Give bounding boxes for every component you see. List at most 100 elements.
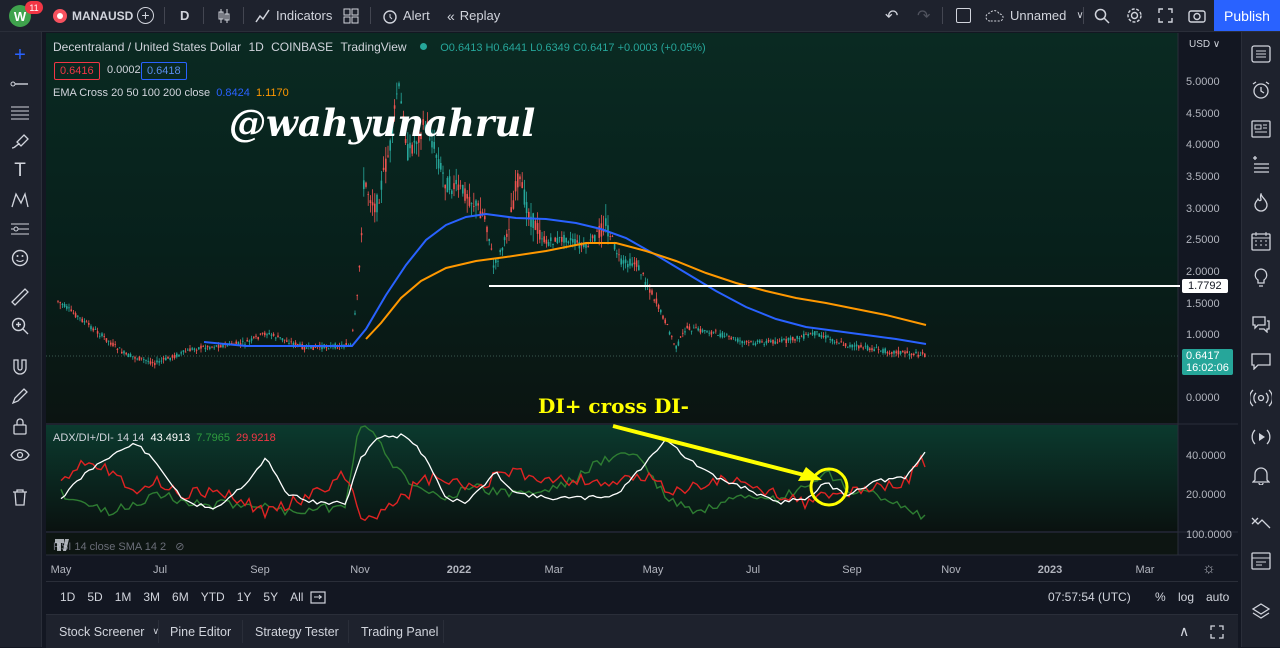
text-tool[interactable]: T	[9, 160, 31, 182]
hide-drawings-tool[interactable]	[9, 444, 31, 466]
log-scale-toggle[interactable]: log	[1178, 582, 1194, 612]
candle-body	[884, 348, 886, 353]
tab-trading-panel[interactable]: Trading Panel	[361, 615, 438, 648]
trend-line-tool[interactable]	[9, 73, 31, 95]
candle-body	[204, 347, 207, 350]
range-button-5d[interactable]: 5D	[87, 590, 102, 604]
currency-select[interactable]: USD ∨	[1189, 39, 1220, 50]
percent-scale-toggle[interactable]: %	[1155, 582, 1166, 612]
settings-button[interactable]	[1126, 0, 1143, 31]
calendar-button[interactable]	[1250, 230, 1272, 252]
candle-body	[803, 333, 805, 339]
templates-button[interactable]	[343, 0, 359, 31]
pattern-tool[interactable]	[9, 189, 31, 211]
candle-body	[112, 342, 114, 347]
chats-button[interactable]	[1250, 313, 1272, 335]
auto-scale-toggle[interactable]: auto	[1206, 582, 1229, 612]
candle-body	[484, 216, 486, 220]
alerts-button[interactable]	[1250, 79, 1272, 101]
notifications-button[interactable]	[1250, 350, 1272, 372]
price-tick-label: 3.5000	[1186, 171, 1220, 183]
range-button-5y[interactable]: 5Y	[263, 590, 278, 604]
range-button-3m[interactable]: 3M	[143, 590, 160, 604]
chart-canvas[interactable]: May Jul Sep Nov 2022 Mar May Jul Sep Nov 2023 Mar 5…	[46, 33, 1238, 581]
buy-price-box[interactable]: 0.6418	[141, 62, 187, 80]
alerts-log-button[interactable]	[1250, 464, 1272, 486]
candle-body	[151, 362, 154, 364]
tab-strategy-tester[interactable]: Strategy Tester	[255, 615, 339, 648]
watchlist-button[interactable]	[1250, 43, 1272, 65]
candle-body	[864, 345, 867, 347]
maximize-panel-button[interactable]	[1210, 615, 1224, 648]
tab-stock-screener[interactable]: Stock Screener ∨	[59, 615, 159, 648]
compare-symbol-button[interactable]: +	[137, 0, 154, 31]
redo-button[interactable]: ↷	[917, 0, 930, 31]
replay-button[interactable]: « Replay	[447, 0, 500, 31]
remove-drawings-tool[interactable]	[9, 486, 31, 508]
range-button-1y[interactable]: 1Y	[237, 590, 252, 604]
fullscreen-button[interactable]	[1158, 0, 1173, 31]
chart-type-button[interactable]	[216, 0, 232, 31]
zoom-tool[interactable]	[9, 315, 31, 337]
candle-body	[158, 361, 160, 363]
quick-search-button[interactable]	[1094, 0, 1110, 31]
indicators-button[interactable]: Indicators	[255, 0, 332, 31]
chart-area[interactable]: May Jul Sep Nov 2022 Mar May Jul Sep Nov 2023 Mar 5…	[46, 33, 1238, 581]
brush-tool[interactable]	[9, 131, 31, 153]
lock-drawings-tool[interactable]	[9, 415, 31, 437]
range-button-all[interactable]: All	[290, 590, 303, 604]
streams-button[interactable]	[1250, 387, 1272, 409]
magnet-tool[interactable]	[9, 356, 31, 378]
object-tree-button[interactable]	[1250, 601, 1272, 623]
expand-panel-button[interactable]: ∧	[1179, 615, 1189, 648]
hotlists-button[interactable]	[1250, 192, 1272, 214]
fib-tool[interactable]	[9, 102, 31, 124]
adx-legend[interactable]: ADX/DI+/DI- 14 14 43.4913 7.7965 29.9218	[53, 432, 276, 444]
candle-body	[305, 347, 308, 349]
interval-button[interactable]: D	[180, 0, 189, 31]
trading-button[interactable]	[1250, 511, 1272, 533]
live-button[interactable]	[1250, 426, 1272, 448]
range-button-6m[interactable]: 6M	[172, 590, 189, 604]
candle-body	[349, 343, 352, 345]
candle-body	[895, 351, 897, 354]
timezone-settings-button[interactable]: ☼	[1202, 560, 1216, 577]
undo-button[interactable]: ↶	[885, 0, 898, 31]
crosshair-tool[interactable]: +	[9, 44, 31, 66]
ideas-button[interactable]	[1250, 267, 1272, 289]
layout-select-button[interactable]	[956, 0, 971, 31]
candle-body	[794, 339, 796, 341]
candle-body	[820, 335, 823, 338]
candle-body	[497, 260, 499, 262]
alert-button[interactable]: Alert	[382, 0, 430, 31]
range-button-1d[interactable]: 1D	[60, 590, 75, 604]
candle-body	[59, 302, 61, 304]
eye-off-icon[interactable]: ⊘	[175, 541, 184, 553]
icons-tool[interactable]	[9, 247, 31, 269]
tab-pine-editor[interactable]: Pine Editor	[170, 615, 231, 648]
forecast-tool[interactable]	[9, 218, 31, 240]
measure-tool[interactable]	[9, 286, 31, 308]
sell-price-box[interactable]: 0.6416	[54, 62, 100, 80]
candle-body	[235, 341, 237, 344]
candle-body	[57, 300, 59, 302]
candle-body	[367, 194, 369, 196]
utc-clock[interactable]: 07:57:54 (UTC)	[1048, 582, 1131, 612]
data-window-button[interactable]	[1250, 155, 1272, 177]
snapshot-button[interactable]	[1188, 0, 1206, 31]
candle-body	[176, 353, 178, 357]
stay-drawing-tool[interactable]	[9, 385, 31, 407]
help-button[interactable]	[1250, 550, 1272, 572]
range-button-ytd[interactable]: YTD	[201, 590, 225, 604]
news-button[interactable]	[1250, 118, 1272, 140]
goto-date-button[interactable]	[310, 582, 326, 612]
candle-body	[191, 348, 193, 350]
candle-body	[831, 339, 834, 342]
ema-legend[interactable]: EMA Cross 20 50 100 200 close 0.8424 1.1…	[53, 87, 289, 99]
save-layout-button[interactable]: Unnamed ∨	[985, 0, 1084, 31]
range-button-1m[interactable]: 1M	[115, 590, 132, 604]
candle-body	[116, 348, 119, 350]
candle-body	[609, 235, 611, 237]
symbol-search-button[interactable]: MANAUSD	[53, 0, 133, 31]
publish-button[interactable]: Publish	[1214, 0, 1280, 31]
